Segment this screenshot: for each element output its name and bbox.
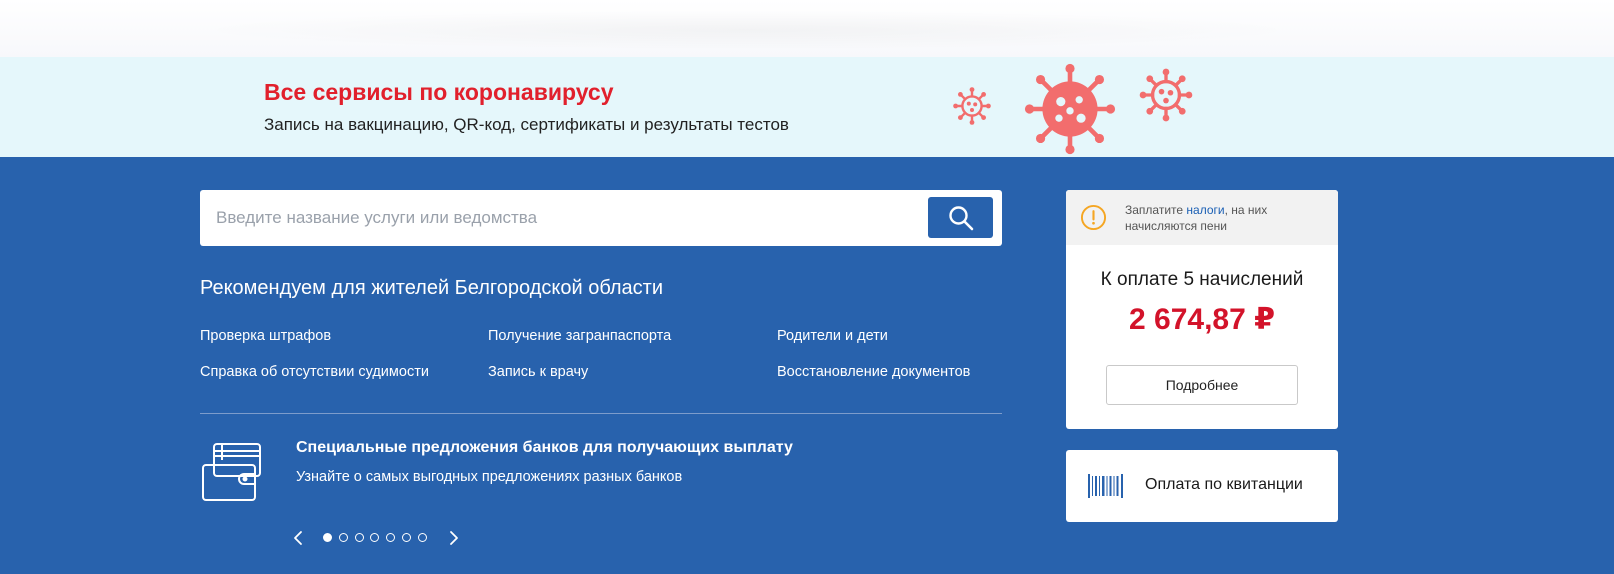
carousel-dot-7[interactable] [418,533,427,542]
wallet-cards-icon [202,443,261,501]
payment-count-label: К оплате 5 начислений [1100,269,1304,290]
recommendation-link-passport[interactable]: Получение загранпаспорта [488,328,671,344]
carousel-dot-4[interactable] [370,533,379,542]
promo-subtitle: Узнайте о самых выгодных предложениях ра… [296,469,683,485]
carousel-dot-6[interactable] [402,533,411,542]
covid-banner-subtitle: Запись на вакцинацию, QR-код, сертификат… [264,115,789,134]
tax-payment-card: Заплатите налоги, на них начисляются пен… [1066,190,1338,429]
chevron-right-icon[interactable] [447,529,461,547]
barcode-icon [1088,474,1123,498]
taxes-link[interactable]: налоги [1186,203,1224,217]
carousel-dot-1[interactable] [323,533,332,542]
virus-icon [1139,68,1193,122]
tax-warning: Заплатите налоги, на них начисляются пен… [1066,190,1338,245]
recommendation-link-parents-children[interactable]: Родители и дети [777,328,888,344]
tax-warning-text: Заплатите налоги, на них начисляются пен… [1125,202,1325,234]
promo-title[interactable]: Специальные предложения банков для получ… [296,439,793,457]
details-button[interactable]: Подробнее [1106,365,1298,405]
receipt-payment-label: Оплата по квитанции [1145,476,1303,493]
section-divider [200,413,1002,414]
carousel-dot-2[interactable] [339,533,348,542]
top-header-strip [0,0,1614,57]
virus-icon [1024,63,1116,155]
warning-circle-icon [1080,204,1107,231]
covid-banner[interactable]: Все сервисы по коронавирусу Запись на ва… [0,57,1614,157]
carousel-dot-5[interactable] [386,533,395,542]
search-bar [200,190,1002,246]
recommendation-link-doctor[interactable]: Запись к врачу [488,364,588,380]
chevron-left-icon[interactable] [291,529,305,547]
covid-banner-title[interactable]: Все сервисы по коронавирусу [264,79,614,106]
search-input[interactable] [200,190,920,246]
virus-icon [953,87,991,125]
receipt-payment-card[interactable]: Оплата по квитанции [1066,450,1338,522]
payment-amount: 2 674,87 ₽ [1129,303,1275,336]
carousel-dot-3[interactable] [355,533,364,542]
recommendations-title: Рекомендуем для жителей Белгородской обл… [200,277,664,299]
tax-warning-prefix: Заплатите [1125,203,1187,217]
search-button[interactable] [928,197,993,238]
recommendation-link-restore-documents[interactable]: Восстановление документов [777,364,970,380]
recommendation-link-criminal-record[interactable]: Справка об отсутствии судимости [200,364,429,380]
recommendation-link-fines[interactable]: Проверка штрафов [200,328,331,344]
search-icon [948,205,973,230]
